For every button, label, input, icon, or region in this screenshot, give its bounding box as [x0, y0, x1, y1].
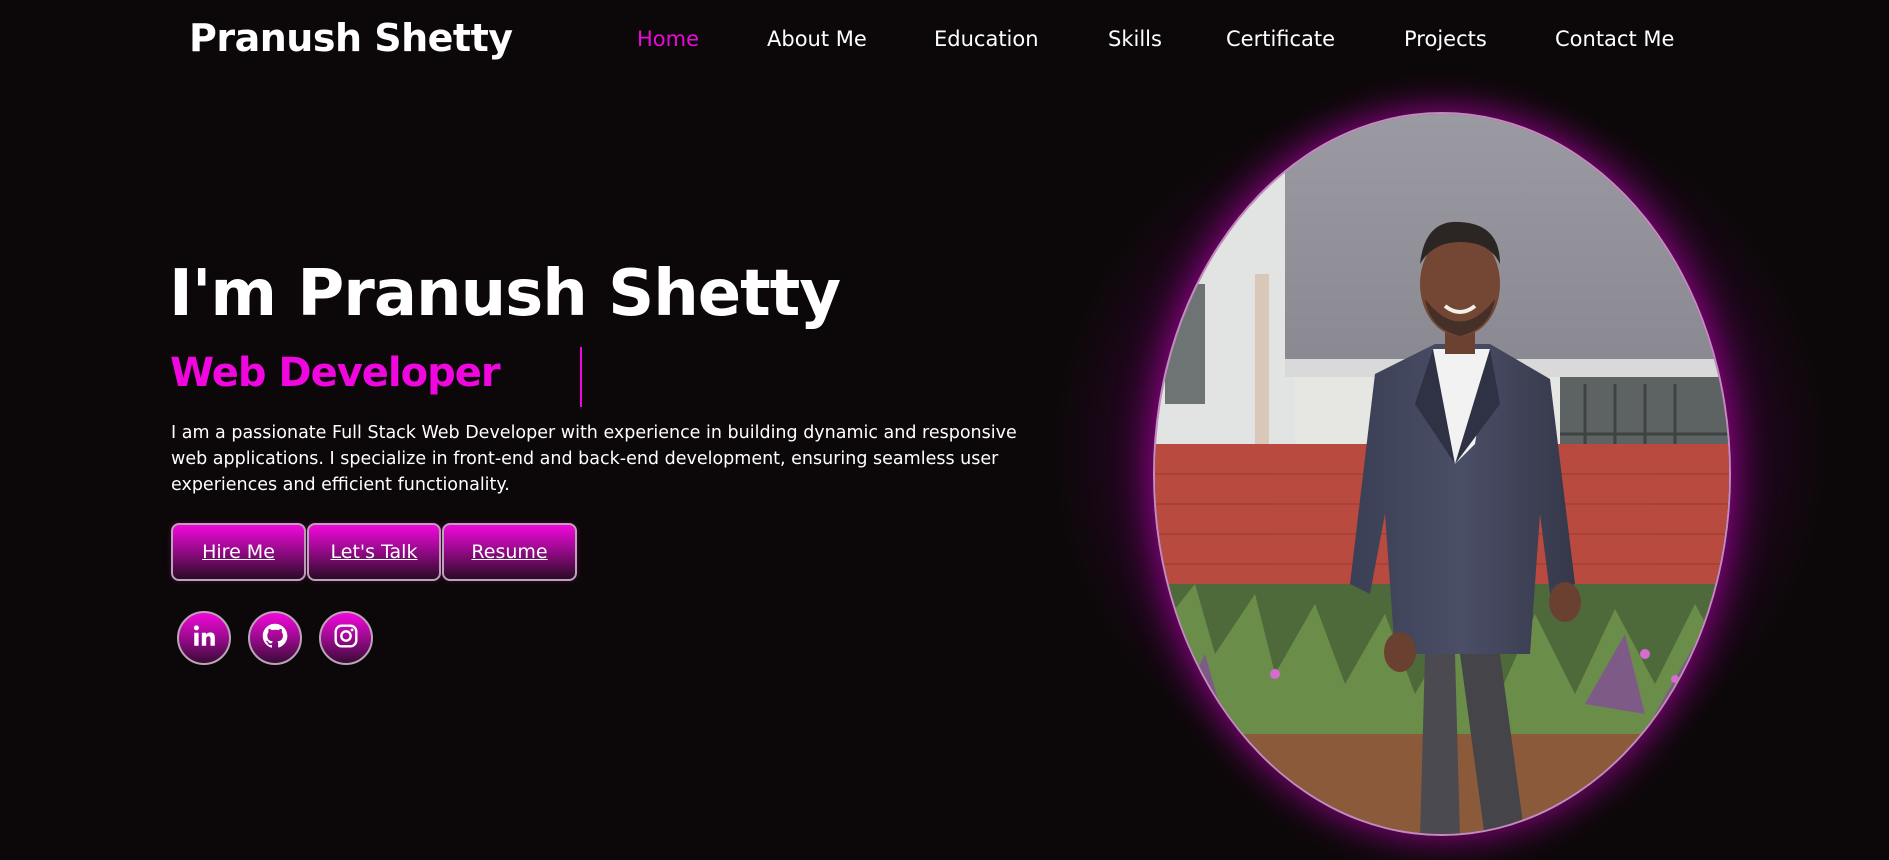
hire-me-button[interactable]: Hire Me [171, 523, 306, 581]
github-icon [261, 622, 289, 654]
github-link[interactable] [248, 611, 302, 665]
resume-button[interactable]: Resume [442, 523, 577, 581]
linkedin-link[interactable] [177, 611, 231, 665]
nav-about-me[interactable]: About Me [767, 27, 867, 51]
hero-description: I am a passionate Full Stack Web Develop… [171, 423, 1017, 495]
lets-talk-button[interactable]: Let's Talk [307, 523, 441, 581]
profile-photo [1153, 112, 1731, 836]
hero-role: Web Developer [170, 350, 501, 396]
hero-title: I'm Pranush Shetty [169, 257, 841, 331]
instagram-link[interactable] [319, 611, 373, 665]
typing-cursor [580, 347, 582, 407]
nav-home[interactable]: Home [637, 27, 699, 51]
linkedin-icon [191, 623, 217, 653]
instagram-icon [333, 623, 359, 653]
